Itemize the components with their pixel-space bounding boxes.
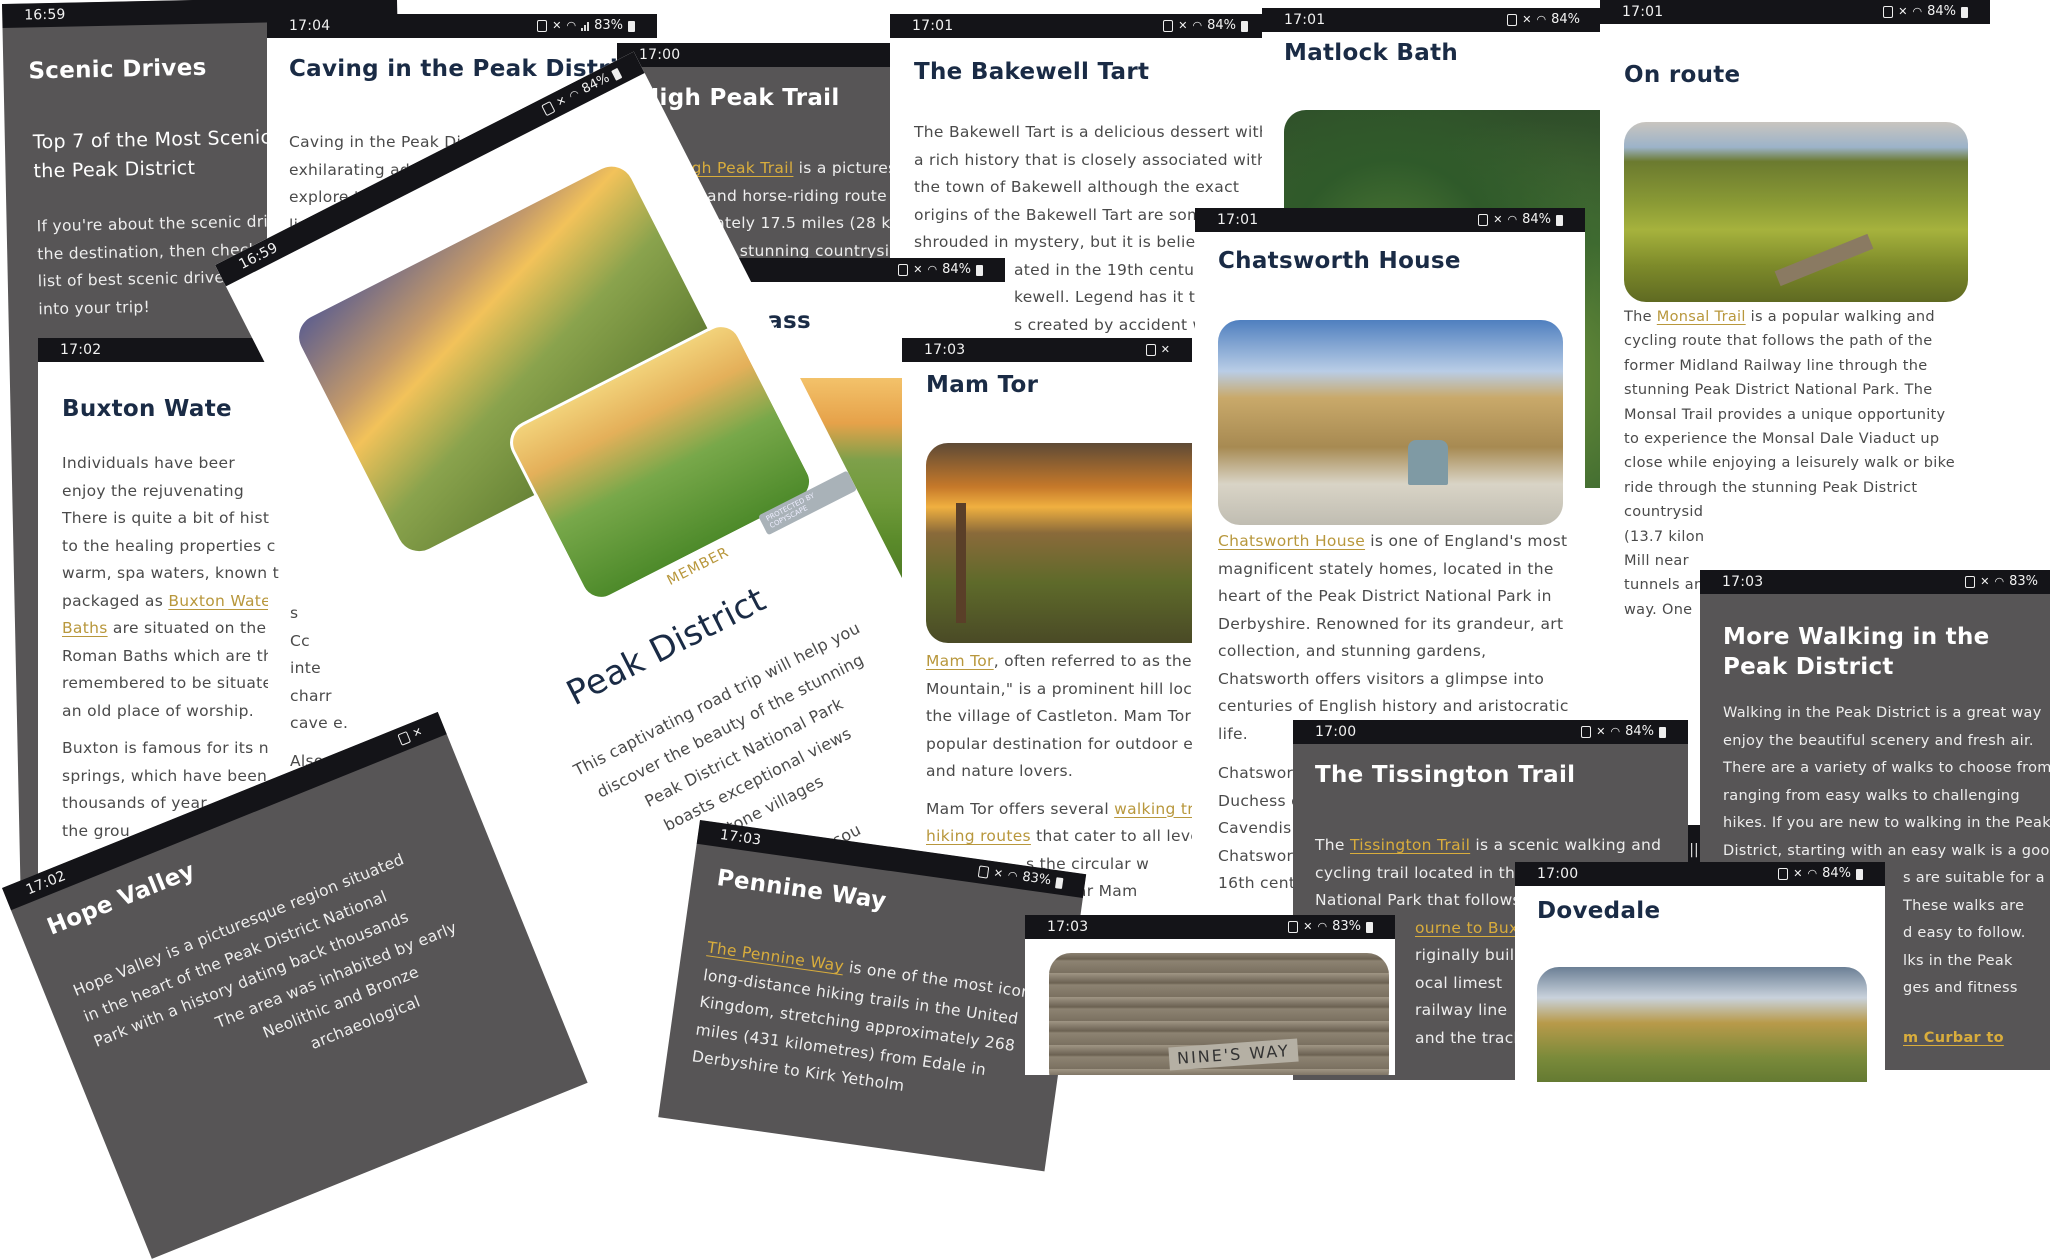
battery-icon <box>628 20 635 32</box>
battery-icon <box>1241 20 1248 32</box>
status-bar: 17:03 ✕ ◠ 83% <box>1025 915 1395 939</box>
fence <box>956 503 966 623</box>
chatsworth-house-photo <box>1218 320 1563 525</box>
mute-icon: ✕ <box>1980 575 1990 588</box>
wifi-icon: ◠ <box>1317 920 1328 933</box>
monsal-trail-link[interactable]: Monsal Trail <box>1657 309 1746 325</box>
card-dovedale[interactable]: 17:00 ✕ ◠ 84% Dovedale <box>1515 862 1885 1082</box>
mute-icon: ✕ <box>1522 13 1532 26</box>
card-stone-sign[interactable]: 17:03 ✕ ◠ 83% NINE'S WAY <box>1025 915 1395 1075</box>
status-bar: 17:01 ✕ ◠ 84% <box>890 14 1270 38</box>
mute-icon: ✕ <box>1178 19 1188 32</box>
battery-saver-icon <box>898 264 909 276</box>
card-title: High Peak Trail <box>640 85 840 111</box>
card-title: Matlock Bath <box>1284 40 1459 66</box>
card-title: Buxton Wate <box>62 396 232 422</box>
wifi-icon: ◠ <box>566 19 577 32</box>
monsal-viaduct-photo <box>1624 122 1968 302</box>
wifi-icon: ◠ <box>1807 867 1818 880</box>
wifi-icon: ◠ <box>1994 575 2005 588</box>
card-title: Pennine Way <box>715 865 888 915</box>
status-bar: 17:03 ✕ <box>902 338 1192 362</box>
card-title: The Bakewell Tart <box>914 59 1150 85</box>
battery-saver-icon <box>1163 20 1174 32</box>
battery-icon <box>610 67 623 81</box>
tissington-trail-link[interactable]: Tissington Trail <box>1350 836 1470 854</box>
status-bar: 17:04 ✕ ◠ 83% <box>267 14 657 38</box>
dog-sculpture <box>1408 440 1448 485</box>
battery-saver-icon <box>1581 726 1592 738</box>
battery-saver-icon <box>1288 921 1299 933</box>
mute-icon: ✕ <box>1596 725 1606 738</box>
battery-saver-icon <box>541 100 556 117</box>
battery-icon <box>1856 868 1863 880</box>
status-bar: 17:00 ✕ ◠ 84% <box>1515 862 1885 886</box>
battery-saver-icon <box>1883 6 1894 18</box>
wifi-icon: ◠ <box>927 263 938 276</box>
battery-saver-icon <box>397 731 411 746</box>
wifi-icon: ◠ <box>1192 19 1203 32</box>
battery-icon <box>1055 876 1064 889</box>
battery-saver-icon <box>1965 576 1976 588</box>
mute-icon: ✕ <box>1898 5 1908 18</box>
card-title: Chatsworth House <box>1218 248 1461 274</box>
mute-icon: ✕ <box>1160 343 1170 356</box>
status-bar: 17:01 ✕ ◠ 84% <box>1195 208 1585 232</box>
battery-icon <box>976 264 983 276</box>
battery-icon <box>1961 6 1968 18</box>
signal-icon <box>581 21 590 31</box>
battery-saver-icon <box>1778 868 1789 880</box>
pennine-way-sign-photo: NINE'S WAY <box>1049 953 1389 1075</box>
card-title: Mam Tor <box>926 372 1039 398</box>
battery-saver-icon <box>1507 14 1518 26</box>
mam-tor-link[interactable]: Mam Tor <box>926 652 994 670</box>
mute-icon: ✕ <box>1303 920 1313 933</box>
card-title: More Walking in the Peak District <box>1723 624 1990 680</box>
battery-icon <box>1659 726 1666 738</box>
mute-icon: ✕ <box>1493 213 1503 226</box>
status-bar: 17:01 ✕ ◠ 84% <box>1600 0 1990 24</box>
card-pennine-way[interactable]: 17:03 ✕ ◠ 83% Pennine Way The Pennine Way … <box>658 820 1087 1172</box>
mute-icon: ✕ <box>913 263 923 276</box>
hiking-routes-link[interactable]: hiking routes <box>926 827 1031 845</box>
wifi-icon: ◠ <box>1912 5 1923 18</box>
status-bar: 17:00 <box>617 43 907 67</box>
mute-icon: ✕ <box>552 19 562 32</box>
battery-saver-icon <box>978 865 990 879</box>
chatsworth-house-link[interactable]: Chatsworth House <box>1218 532 1365 550</box>
battery-icon <box>1366 921 1373 933</box>
card-mam-tor[interactable]: 17:03 ✕ Mam Tor Mam Tor, often referred … <box>902 338 1192 938</box>
battery-saver-icon <box>1145 344 1156 356</box>
wifi-icon: ◠ <box>1610 725 1621 738</box>
mute-icon: ✕ <box>1793 867 1803 880</box>
walking-trails-link[interactable]: walking trai <box>1114 800 1192 818</box>
battery-icon <box>1556 214 1563 226</box>
card-title: Scenic Drives <box>28 54 207 85</box>
status-bar: 17:00 ✕ ◠ 84% <box>1293 720 1688 744</box>
mam-tor-fence-photo <box>926 443 1192 643</box>
dovedale-photo <box>1537 967 1867 1082</box>
status-bar: 17:03 ✕ ◠ 83% <box>1700 570 2050 594</box>
buxton-water-link[interactable]: Buxton Wate <box>168 592 271 610</box>
card-title: The Tissington Trail <box>1315 762 1576 788</box>
mute-icon: ✕ <box>410 724 425 741</box>
card-title: On route <box>1624 62 1741 88</box>
viaduct <box>1774 233 1874 287</box>
wifi-icon: ◠ <box>1006 868 1019 883</box>
wifi-icon: ◠ <box>1507 213 1518 226</box>
card-title: Dovedale <box>1537 898 1661 924</box>
card-on-route[interactable]: 17:01 ✕ ◠ 84% On route The Monsal Trail is… <box>1600 0 1990 620</box>
card-body: Hope Valley is a picturesque region situ… <box>70 850 460 1053</box>
battery-saver-icon <box>537 20 548 32</box>
status-bar: 17:01 ✕ ◠ 84% <box>1262 8 1602 32</box>
baths-link[interactable]: Baths <box>62 619 108 637</box>
recent-apps-icon[interactable]: || <box>1689 842 1698 858</box>
wifi-icon: ◠ <box>1536 13 1547 26</box>
mute-icon: ✕ <box>992 866 1004 881</box>
battery-saver-icon <box>1478 214 1489 226</box>
